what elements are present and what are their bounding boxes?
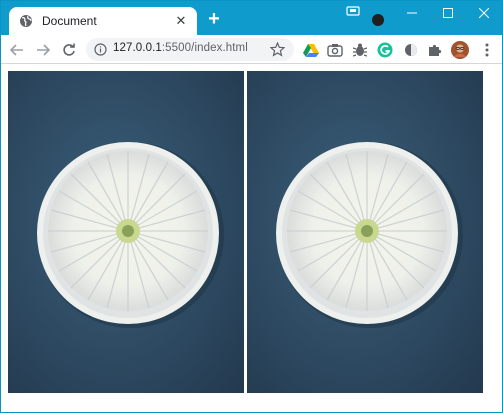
close-window-button[interactable] <box>465 1 502 25</box>
google-drive-button[interactable] <box>302 41 320 59</box>
address-bar[interactable]: 127.0.0.1:5500/index.html <box>86 38 294 61</box>
url-host: 127.0.0.1 <box>113 42 162 54</box>
new-tab-button[interactable]: + <box>205 9 223 29</box>
extensions-button[interactable] <box>426 41 444 59</box>
google-drive-icon <box>303 44 319 57</box>
screenshot-button[interactable] <box>326 41 344 59</box>
menu-icon <box>485 43 489 57</box>
chrysanthemum-photo <box>8 71 244 393</box>
browser-menu-button[interactable] <box>478 41 496 59</box>
bug-icon <box>353 43 367 57</box>
maximize-button[interactable] <box>429 1 467 25</box>
dark-mode-icon <box>405 44 417 56</box>
browser-toolbar: 127.0.0.1:5500/index.html <box>1 35 502 64</box>
info-icon[interactable] <box>94 43 107 56</box>
close-icon <box>479 8 489 18</box>
forward-icon <box>37 44 50 56</box>
grammarly-icon <box>377 42 393 58</box>
url-path: :5500/index.html <box>161 42 248 54</box>
flower-image-right <box>247 71 483 393</box>
dark-mode-button[interactable] <box>402 41 420 59</box>
flower-image-left <box>8 71 244 393</box>
maximize-icon <box>443 8 453 18</box>
tab-strip: Document ✕ + <box>1 1 502 35</box>
back-icon <box>10 44 23 56</box>
tab-title: Document <box>42 14 97 28</box>
tab-document[interactable]: Document ✕ <box>9 7 197 35</box>
bug-extension-button[interactable] <box>351 41 369 59</box>
page-content <box>1 65 502 412</box>
close-tab-icon[interactable]: ✕ <box>173 13 189 29</box>
reload-icon <box>63 43 75 56</box>
browser-window: Document ✕ + 127.0.0.1:5500/index.html <box>0 0 503 413</box>
forward-button[interactable] <box>33 40 53 60</box>
star-icon[interactable] <box>270 42 285 57</box>
reload-button[interactable] <box>59 40 79 60</box>
profile-avatar <box>451 41 469 59</box>
minimize-button[interactable] <box>393 1 431 25</box>
chrysanthemum-photo <box>247 71 483 393</box>
profile-button[interactable] <box>451 41 469 59</box>
globe-icon <box>20 15 32 27</box>
cast-icon[interactable] <box>346 6 360 17</box>
grammarly-button[interactable] <box>376 41 394 59</box>
minimize-icon <box>407 12 417 14</box>
camera-icon <box>327 44 343 57</box>
media-control-icon[interactable] <box>372 14 384 26</box>
puzzle-icon <box>429 44 442 56</box>
url-text: 127.0.0.1:5500/index.html <box>113 42 248 54</box>
back-button[interactable] <box>7 40 27 60</box>
